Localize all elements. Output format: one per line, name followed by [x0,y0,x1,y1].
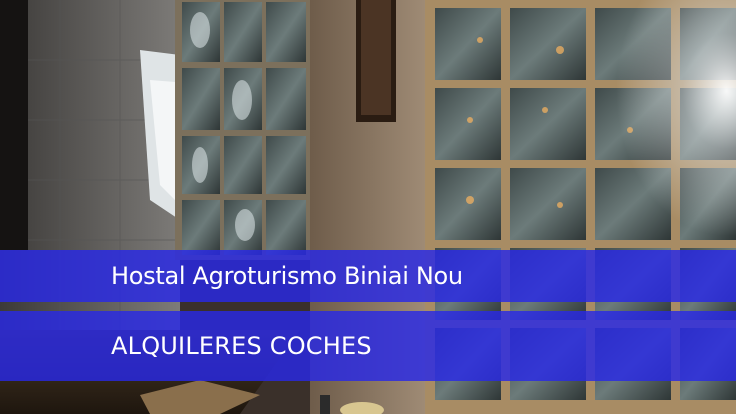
hostel-name: Hostal Agroturismo Biniai Nou [111,262,463,290]
subtitle-banner: ALQUILERES COCHES [0,311,736,381]
title-banner: Hostal Agroturismo Biniai Nou [0,250,736,302]
hero-image: Hostal Agroturismo Biniai Nou ALQUILERES… [0,0,736,414]
car-rental-label: ALQUILERES COCHES [111,332,372,360]
